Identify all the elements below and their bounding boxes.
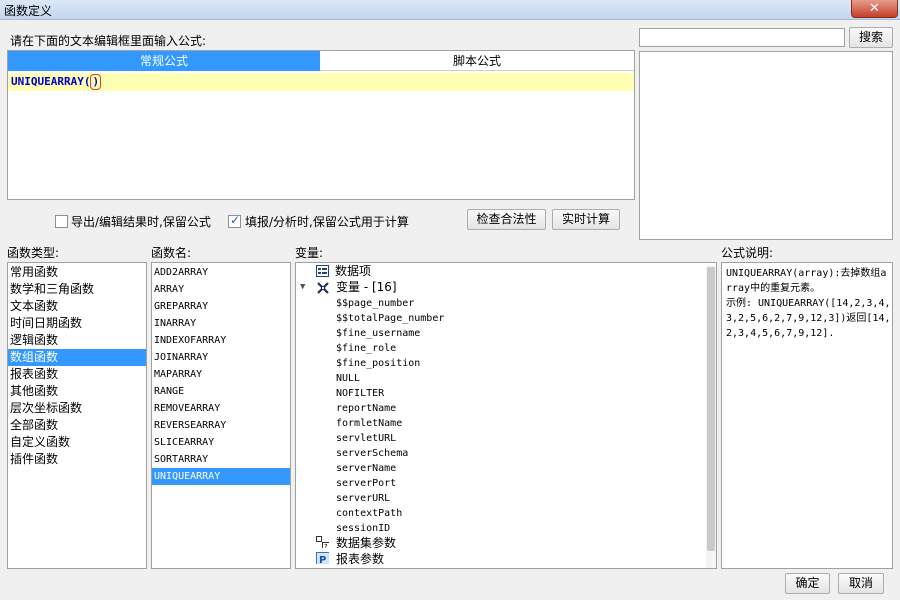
- function-name-item[interactable]: INDEXOFARRAY: [152, 332, 290, 349]
- title-bar: 函数定义: [0, 0, 900, 20]
- data-item-icon: [316, 265, 329, 277]
- editor-code[interactable]: UNIQUEARRAY(): [11, 73, 102, 90]
- variable-item[interactable]: contextPath: [336, 506, 402, 521]
- variable-item[interactable]: serverURL: [336, 491, 390, 506]
- function-type-label: 函数类型:: [7, 246, 60, 260]
- dataset-params-icon: ?: [316, 536, 329, 548]
- search-results-panel[interactable]: [639, 51, 893, 240]
- cancel-button[interactable]: 取消: [838, 573, 884, 594]
- svg-text:?: ?: [324, 543, 328, 548]
- function-name-item[interactable]: REVERSEARRAY: [152, 417, 290, 434]
- variable-item[interactable]: NULL: [336, 371, 360, 386]
- variable-item[interactable]: $fine_role: [336, 341, 396, 356]
- editor-current-line: [8, 73, 634, 91]
- description-label: 公式说明:: [721, 246, 774, 260]
- function-type-list: 常用函数 数学和三角函数 文本函数 时间日期函数 逻辑函数 数组函数 报表函数 其他函数 层次坐…: [8, 264, 146, 468]
- keep-formula-export-label: 导出/编辑结果时,保留公式: [71, 215, 211, 229]
- variable-item[interactable]: servletURL: [336, 431, 396, 446]
- svg-text:P: P: [319, 555, 326, 564]
- function-name-item[interactable]: SORTARRAY: [152, 451, 290, 468]
- variable-item[interactable]: formletName: [336, 416, 402, 431]
- function-name-label: 函数名:: [151, 246, 192, 260]
- function-type-item[interactable]: 时间日期函数: [8, 315, 146, 332]
- function-name-item[interactable]: REMOVEARRAY: [152, 400, 290, 417]
- function-name-list: ADD2ARRAY ARRAY GREPARRAY INARRAY INDEXOFARR…: [152, 264, 290, 485]
- function-type-item[interactable]: 自定义函数: [8, 434, 146, 451]
- close-button[interactable]: ✕: [851, 0, 898, 18]
- ok-button[interactable]: 确定: [785, 573, 830, 594]
- function-name-item[interactable]: ARRAY: [152, 281, 290, 298]
- variable-item[interactable]: serverPort: [336, 476, 396, 491]
- editor-open-paren: (: [83, 75, 91, 88]
- chevron-down-icon[interactable]: ▼: [300, 280, 305, 295]
- function-type-item[interactable]: 逻辑函数: [8, 332, 146, 349]
- variable-item[interactable]: $fine_username: [336, 326, 420, 341]
- search-button[interactable]: 搜索: [849, 27, 893, 48]
- variable-item[interactable]: $fine_position: [336, 356, 420, 371]
- search-input[interactable]: [639, 28, 845, 47]
- tab-regular-formula[interactable]: 常规公式: [8, 51, 320, 71]
- function-type-item[interactable]: 数组函数: [8, 349, 146, 366]
- variable-item[interactable]: $$totalPage_number: [336, 311, 444, 326]
- function-type-item[interactable]: 报表函数: [8, 366, 146, 383]
- formula-prompt-label: 请在下面的文本编辑框里面输入公式:: [10, 34, 207, 48]
- formula-description: UNIQUEARRAY(array):去掉数组array中的重复元素。 示例: …: [726, 268, 891, 339]
- function-name-item[interactable]: INARRAY: [152, 315, 290, 332]
- function-type-item[interactable]: 全部函数: [8, 417, 146, 434]
- function-type-item[interactable]: 插件函数: [8, 451, 146, 468]
- function-type-item[interactable]: 数学和三角函数: [8, 281, 146, 298]
- realtime-calc-button[interactable]: 实时计算: [552, 209, 620, 230]
- function-name-item[interactable]: UNIQUEARRAY: [152, 468, 290, 485]
- function-type-panel: 常用函数 数学和三角函数 文本函数 时间日期函数 逻辑函数 数组函数 报表函数 其他函数 层次坐…: [7, 262, 147, 569]
- function-type-item[interactable]: 文本函数: [8, 298, 146, 315]
- function-name-item[interactable]: RANGE: [152, 383, 290, 400]
- check-validity-button[interactable]: 检查合法性: [467, 209, 546, 230]
- tree-item-data-item[interactable]: 数据项: [335, 264, 371, 279]
- function-type-item[interactable]: 层次坐标函数: [8, 400, 146, 417]
- variable-item[interactable]: NOFILTER: [336, 386, 384, 401]
- window-title: 函数定义: [4, 4, 53, 18]
- keep-formula-fill-checkbox[interactable]: [228, 213, 241, 228]
- function-type-item[interactable]: 常用函数: [8, 264, 146, 281]
- variable-item[interactable]: serverName: [336, 461, 396, 476]
- function-type-item[interactable]: 其他函数: [8, 383, 146, 400]
- variable-group-icon: [317, 282, 329, 294]
- tree-item-report-params[interactable]: 报表参数: [336, 552, 384, 567]
- editor-cursor-paren: ): [90, 74, 102, 90]
- variables-label: 变量:: [295, 246, 324, 260]
- variables-scrollbar-thumb[interactable]: [707, 267, 715, 551]
- keep-formula-export-checkbox[interactable]: [55, 215, 68, 228]
- tab-script-formula[interactable]: 脚本公式: [320, 51, 634, 71]
- function-name-item[interactable]: MAPARRAY: [152, 366, 290, 383]
- keep-formula-fill-label: 填报/分析时,保留公式用于计算: [245, 215, 409, 229]
- function-name-item[interactable]: GREPARRAY: [152, 298, 290, 315]
- report-params-icon: P: [316, 552, 329, 564]
- function-name-item[interactable]: JOINARRAY: [152, 349, 290, 366]
- function-name-panel: ADD2ARRAY ARRAY GREPARRAY INARRAY INDEXOFARR…: [151, 262, 291, 569]
- tree-item-dataset-params[interactable]: 数据集参数: [336, 536, 396, 551]
- close-icon: ✕: [869, 1, 880, 16]
- variable-item[interactable]: reportName: [336, 401, 396, 416]
- variable-item[interactable]: serverSchema: [336, 446, 408, 461]
- variable-item[interactable]: $$page_number: [336, 296, 414, 311]
- function-name-item[interactable]: ADD2ARRAY: [152, 264, 290, 281]
- function-name-item[interactable]: SLICEARRAY: [152, 434, 290, 451]
- variable-item[interactable]: sessionID: [336, 521, 390, 536]
- tree-item-variable-group[interactable]: 变量 - [16]: [336, 280, 397, 295]
- editor-function-name: UNIQUEARRAY: [11, 75, 84, 88]
